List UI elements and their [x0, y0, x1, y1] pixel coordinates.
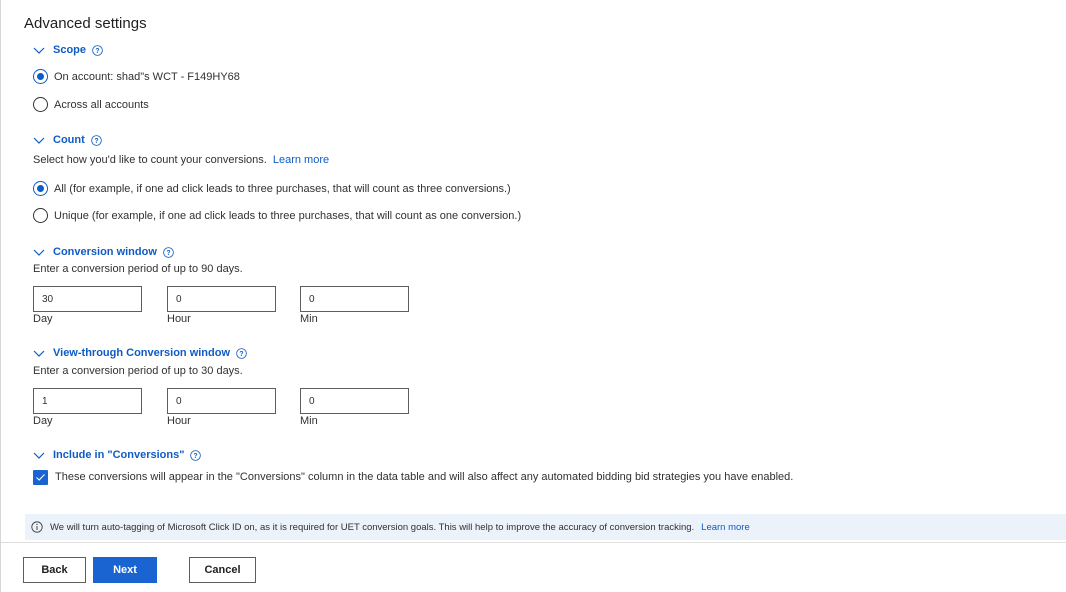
chevron-down-icon: [33, 137, 45, 144]
scope-option-on-account[interactable]: On account: shad"s WCT - F149HY68: [33, 69, 240, 84]
include-conversions-heading: Include in "Conversions": [53, 449, 185, 461]
count-heading: Count: [53, 134, 85, 146]
chevron-down-icon: [33, 452, 45, 459]
view-through-day-input[interactable]: [33, 388, 142, 414]
conversion-window-heading: Conversion window: [53, 246, 157, 258]
svg-text:?: ?: [95, 47, 99, 54]
checkmark-icon: [36, 474, 45, 481]
include-conversions-checkbox[interactable]: [33, 470, 48, 485]
radio-button[interactable]: [33, 97, 48, 112]
conversion-window-hour-input[interactable]: [167, 286, 276, 312]
view-through-window-description: Enter a conversion period of up to 30 da…: [33, 365, 243, 377]
count-option-label: All (for example, if one ad click leads …: [54, 182, 511, 195]
min-label: Min: [300, 415, 318, 427]
radio-button-selected[interactable]: [33, 69, 48, 84]
chevron-down-icon: [33, 249, 45, 256]
page-title: Advanced settings: [24, 15, 147, 32]
conversion-window-section-toggle[interactable]: Conversion window ?: [33, 246, 174, 258]
scope-option-label: On account: shad"s WCT - F149HY68: [54, 70, 240, 83]
banner-learn-more-link[interactable]: Learn more: [701, 522, 750, 533]
view-through-hour-input[interactable]: [167, 388, 276, 414]
footer-divider: [1, 542, 1066, 543]
count-option-label: Unique (for example, if one ad click lea…: [54, 209, 522, 222]
advanced-settings-page: Advanced settings Scope ? On account: sh…: [0, 0, 1066, 592]
svg-text:?: ?: [94, 137, 98, 144]
banner-text: We will turn auto-tagging of Microsoft C…: [50, 521, 695, 533]
include-conversions-section-toggle[interactable]: Include in "Conversions" ?: [33, 449, 202, 461]
conversion-window-day-input[interactable]: [33, 286, 142, 312]
help-icon[interactable]: ?: [92, 44, 103, 56]
auto-tagging-info-banner: We will turn auto-tagging of Microsoft C…: [25, 514, 1066, 540]
scope-section-toggle[interactable]: Scope ?: [33, 44, 103, 56]
svg-text:?: ?: [194, 452, 198, 459]
include-conversions-label: These conversions will appear in the "Co…: [55, 471, 794, 483]
count-description: Select how you'd like to count your conv…: [33, 154, 329, 166]
conversion-window-description: Enter a conversion period of up to 90 da…: [33, 263, 243, 275]
back-button[interactable]: Back: [23, 557, 86, 583]
chevron-down-icon: [33, 350, 45, 357]
view-through-window-section-toggle[interactable]: View-through Conversion window ?: [33, 347, 247, 359]
svg-text:?: ?: [239, 350, 243, 357]
radio-button[interactable]: [33, 208, 48, 223]
svg-text:?: ?: [166, 249, 170, 256]
view-through-window-heading: View-through Conversion window: [53, 347, 231, 359]
count-section-toggle[interactable]: Count ?: [33, 134, 102, 146]
day-label: Day: [33, 313, 53, 325]
hour-label: Hour: [167, 415, 191, 427]
help-icon[interactable]: ?: [190, 449, 202, 461]
count-option-all[interactable]: All (for example, if one ad click leads …: [33, 181, 511, 196]
count-description-text: Select how you'd like to count your conv…: [33, 154, 267, 166]
cancel-button[interactable]: Cancel: [189, 557, 256, 583]
view-through-min-input[interactable]: [300, 388, 409, 414]
count-learn-more-link[interactable]: Learn more: [273, 154, 329, 166]
hour-label: Hour: [167, 313, 191, 325]
help-icon[interactable]: ?: [236, 347, 247, 359]
scope-option-label: Across all accounts: [54, 98, 149, 111]
help-icon[interactable]: ?: [90, 134, 102, 146]
help-icon[interactable]: ?: [163, 246, 174, 258]
scope-option-all-accounts[interactable]: Across all accounts: [33, 97, 149, 112]
info-icon: [31, 521, 43, 533]
conversion-window-min-input[interactable]: [300, 286, 409, 312]
chevron-down-icon: [33, 47, 45, 54]
radio-button-selected[interactable]: [33, 181, 48, 196]
next-button[interactable]: Next: [93, 557, 157, 583]
min-label: Min: [300, 313, 318, 325]
count-option-unique[interactable]: Unique (for example, if one ad click lea…: [33, 208, 521, 223]
scope-heading: Scope: [53, 44, 87, 56]
day-label: Day: [33, 415, 53, 427]
